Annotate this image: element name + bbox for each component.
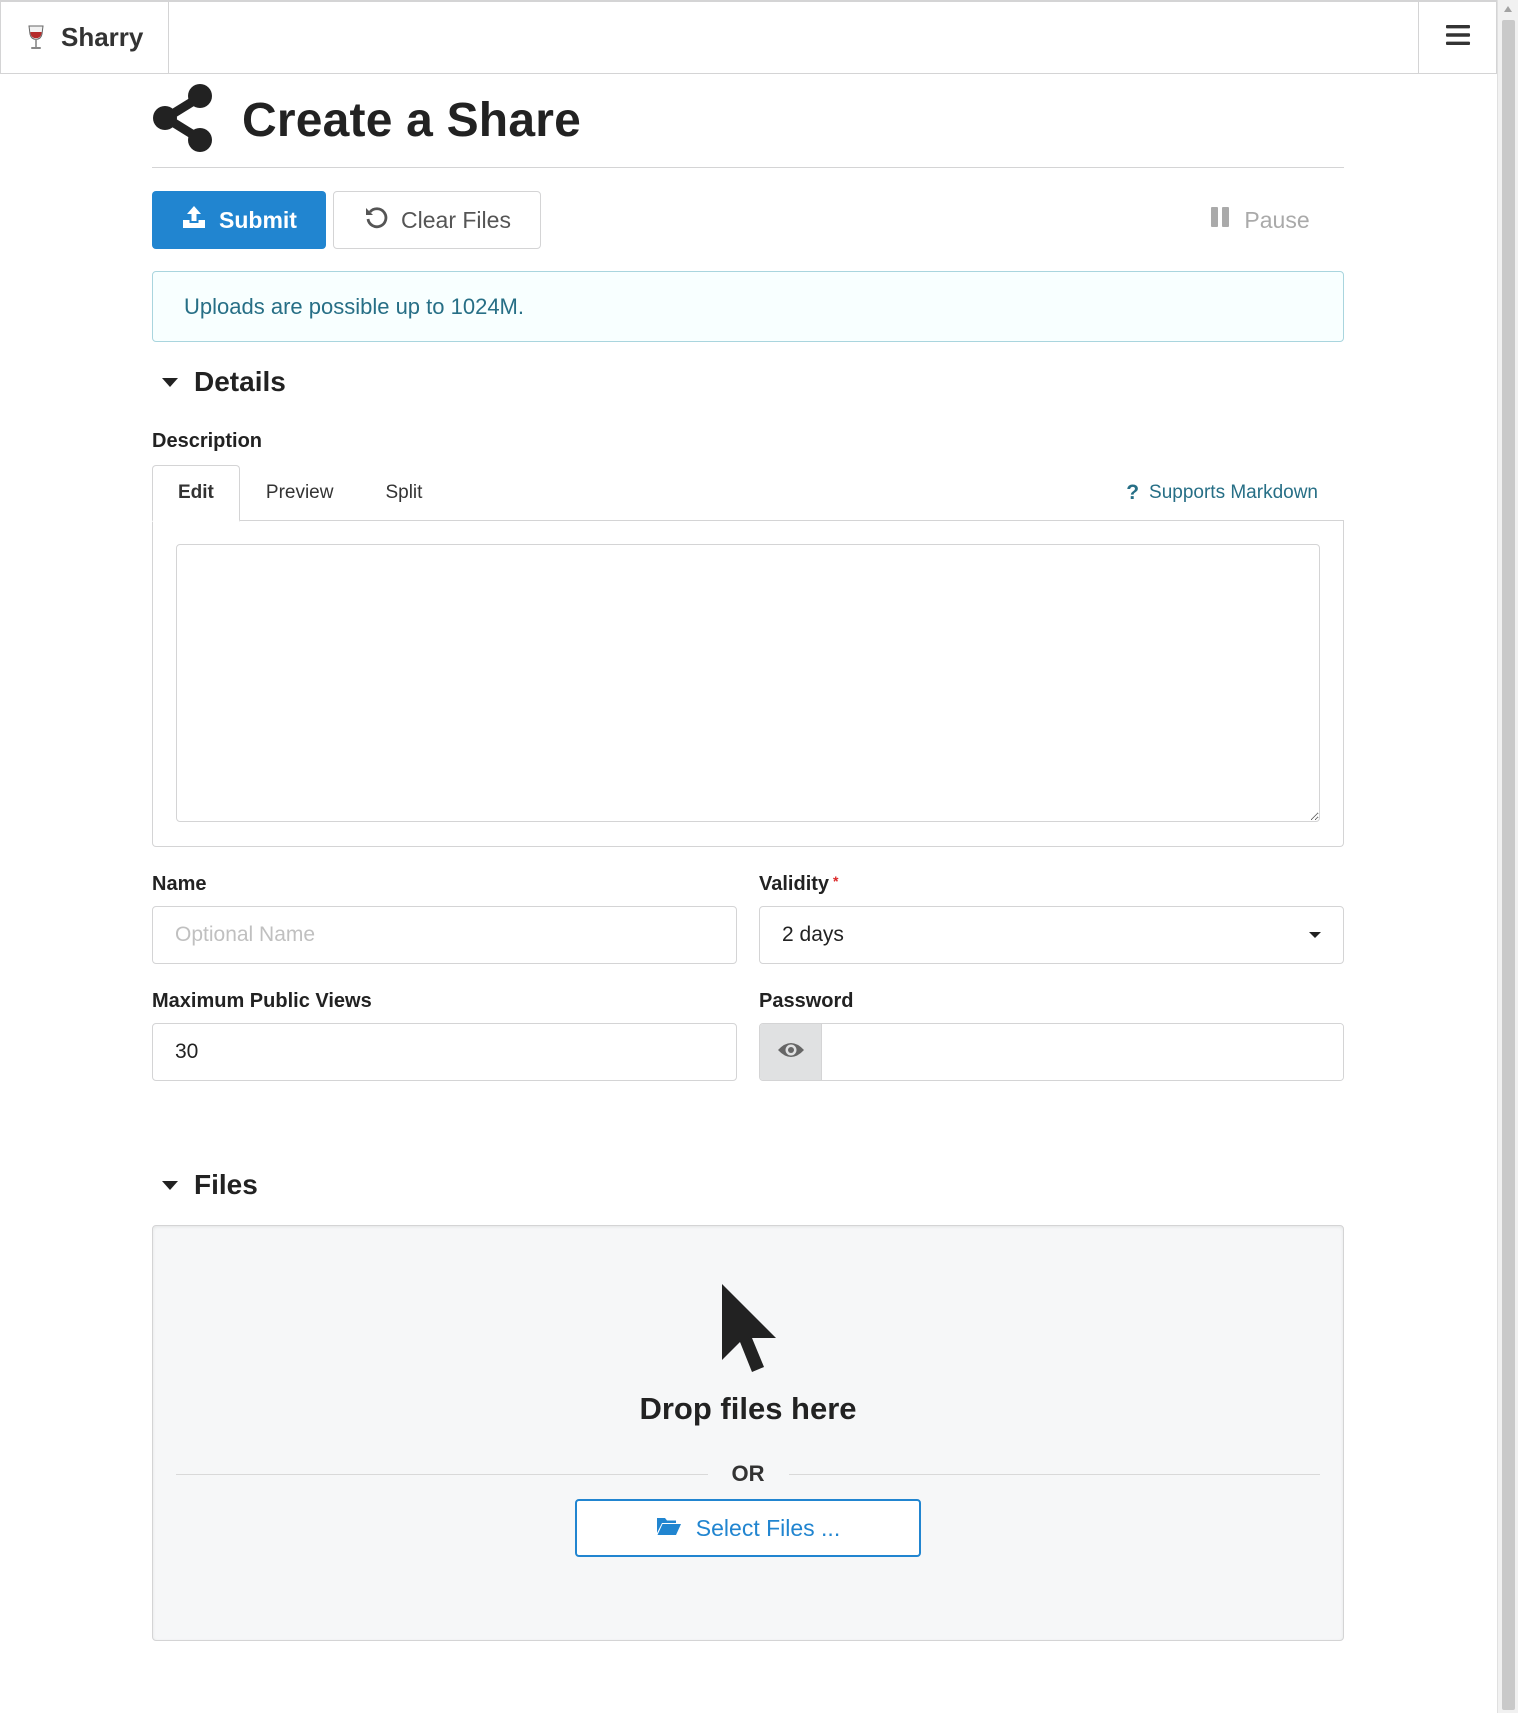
- hamburger-menu-icon: [1445, 24, 1471, 51]
- validity-label-wrap: Validity *: [759, 873, 1344, 896]
- dropdown-caret-icon: [1309, 932, 1321, 938]
- max-views-input[interactable]: [152, 1023, 737, 1081]
- description-label: Description: [152, 430, 263, 452]
- description-editor: [152, 521, 1344, 847]
- tab-preview[interactable]: Preview: [240, 465, 360, 520]
- scrollbar-thumb[interactable]: [1502, 20, 1515, 1710]
- caret-down-icon: [162, 377, 178, 387]
- tab-split[interactable]: Split: [359, 465, 448, 520]
- description-textarea[interactable]: [176, 544, 1320, 822]
- validity-value: 2 days: [782, 923, 844, 946]
- views-password-row: Maximum Public Views Password: [152, 990, 1344, 1081]
- details-title: Details: [194, 366, 286, 397]
- validity-dropdown[interactable]: 2 days: [759, 906, 1344, 964]
- brand[interactable]: Sharry: [1, 2, 169, 73]
- password-input[interactable]: [822, 1024, 1343, 1080]
- select-files-label: Select Files ...: [695, 1514, 841, 1541]
- upload-limit-text: Uploads are possible up to 1024M.: [184, 293, 524, 319]
- password-visibility-toggle[interactable]: [760, 1024, 822, 1080]
- main-content: Create a Share Submit Clear Files Pause …: [152, 74, 1344, 1641]
- upload-limit-message: Uploads are possible up to 1024M.: [152, 271, 1344, 342]
- or-divider: OR: [176, 1461, 1320, 1487]
- divider-line: [176, 1473, 708, 1475]
- mouse-pointer-icon: [718, 1282, 778, 1379]
- name-input[interactable]: [152, 906, 737, 964]
- top-menu-bar: Sharry: [0, 0, 1497, 74]
- question-icon: ?: [1126, 480, 1140, 504]
- pause-button[interactable]: Pause: [1190, 191, 1330, 249]
- or-text: OR: [731, 1461, 765, 1486]
- file-dropzone[interactable]: Drop files here OR Select Files ...: [152, 1225, 1344, 1641]
- password-field: Password: [759, 990, 1344, 1081]
- supports-markdown-link[interactable]: ? Supports Markdown: [1126, 465, 1344, 520]
- pause-icon: [1210, 206, 1230, 234]
- scroll-up-arrow-icon[interactable]: [1504, 6, 1512, 12]
- page-title: Create a Share: [242, 94, 581, 147]
- drop-files-text: Drop files here: [639, 1391, 857, 1426]
- files-title: Files: [194, 1169, 258, 1200]
- brand-name: Sharry: [61, 22, 144, 52]
- name-label: Name: [152, 873, 207, 895]
- caret-down-icon: [162, 1180, 178, 1190]
- validity-field: Validity * 2 days: [759, 873, 1344, 964]
- menu-button[interactable]: [1418, 2, 1496, 73]
- submit-label: Submit: [219, 206, 297, 233]
- divider-line: [788, 1473, 1320, 1475]
- files-section-toggle[interactable]: Files: [152, 1167, 1344, 1203]
- name-field: Name: [152, 873, 737, 964]
- page-header: Create a Share: [152, 74, 1344, 168]
- max-views-label: Maximum Public Views: [152, 990, 372, 1012]
- name-validity-row: Name Validity* 2 days: [152, 873, 1344, 964]
- folder-open-icon: [656, 1515, 682, 1542]
- eye-icon: [777, 1040, 805, 1065]
- wine-glass-icon: [25, 24, 47, 52]
- validity-label: Validity: [759, 873, 830, 895]
- undo-icon: [363, 204, 389, 236]
- share-alt-icon: [152, 83, 216, 158]
- clear-files-label: Clear Files: [401, 206, 511, 233]
- supports-markdown-label: Supports Markdown: [1149, 481, 1318, 503]
- clear-files-button[interactable]: Clear Files: [333, 191, 541, 249]
- password-label: Password: [759, 990, 854, 1012]
- submit-button[interactable]: Submit: [152, 191, 326, 249]
- upload-icon: [181, 204, 207, 236]
- pause-label: Pause: [1244, 206, 1310, 233]
- max-views-field: Maximum Public Views: [152, 990, 737, 1081]
- required-mark: *: [833, 873, 839, 889]
- select-files-button[interactable]: Select Files ...: [575, 1499, 921, 1557]
- description-tabs: Edit Preview Split ? Supports Markdown: [152, 465, 1344, 522]
- tab-edit[interactable]: Edit: [152, 465, 240, 522]
- details-section-toggle[interactable]: Details: [152, 364, 1344, 400]
- password-input-group: [759, 1023, 1344, 1081]
- toolbar: Submit Clear Files Pause: [152, 191, 1344, 249]
- scrollbar[interactable]: [1497, 0, 1518, 1713]
